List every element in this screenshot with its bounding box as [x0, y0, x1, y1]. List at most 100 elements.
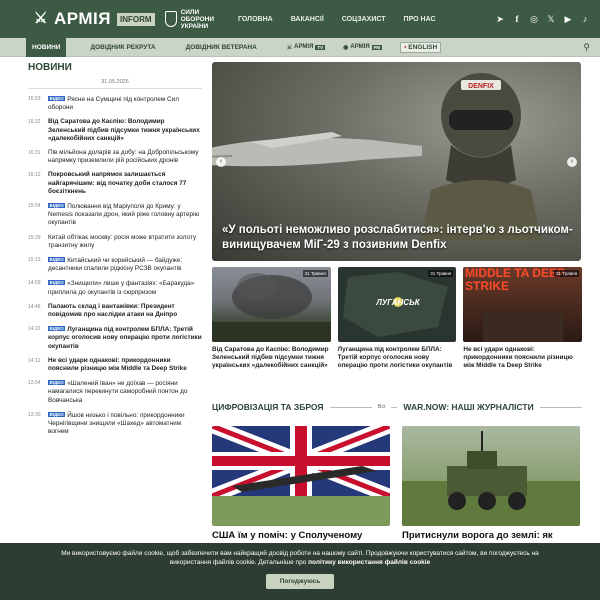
radio-icon: ◉ [343, 44, 349, 51]
news-item[interactable]: 14:59 ВІДЕО «Знищили» лише у фантазіях: «Б… [28, 279, 202, 296]
card-image: 31 Травня [212, 267, 331, 342]
news-item[interactable]: 13:54 ВІДЕО «Шалений Іван» не доїхав — рос… [28, 379, 202, 405]
subnav-recruit[interactable]: ДОВІДНИК РЕКРУТА [90, 44, 155, 51]
card-image [402, 426, 580, 526]
card-caption[interactable]: Луганщина під контролем БПЛА: Третій кор… [338, 346, 457, 371]
logo-text: АРМІЯ [54, 9, 111, 28]
cookie-policy-link[interactable]: політику використання файлів cookie [308, 559, 430, 566]
hero-prev-arrow[interactable]: ‹ [216, 157, 226, 167]
search-icon[interactable]: ⚲ [583, 42, 590, 53]
section-title-digital[interactable]: ЦИФРОВІЗАЦІЯ ТА ЗБРОЯ [212, 402, 324, 412]
news-time: 16:12 [28, 172, 41, 179]
news-item[interactable]: 16:32 Від Саратова до Каспію: Володимир З… [28, 118, 202, 143]
news-item[interactable]: 16:53 ВІДЕО Рясне на Сумщині під контролем… [28, 95, 202, 112]
card-image [212, 426, 390, 526]
hero-next-arrow[interactable]: › [567, 157, 577, 167]
news-headline[interactable]: Китай обтікає москву: росія може втратит… [48, 234, 202, 250]
card-caption[interactable]: США їм у поміч: у Сполученому [212, 530, 390, 542]
divider [539, 406, 582, 408]
news-headline[interactable]: ВІДЕО Полювання від Маріуполя до Криму: у… [48, 202, 202, 228]
video-badge: ВІДЕО [48, 280, 66, 286]
news-headline[interactable]: Не всі удари однакові: прикордонники поя… [48, 357, 202, 373]
news-time: 16:53 [28, 96, 41, 102]
card-caption[interactable]: Від Саратова до Каспію: Володимир Зеленс… [212, 346, 331, 371]
zsu-logo[interactable]: СИЛИ ОБОРОНИ УКРАЇНИ [164, 9, 214, 30]
news-headline[interactable]: Пів мільйона доларів за добу: на Добропі… [48, 149, 202, 165]
nav-social[interactable]: СОЦЗАХИСТ [342, 16, 386, 23]
news-headline[interactable]: Палають склад і вантажівки: Президент по… [48, 303, 202, 319]
news-time: 14:22 [28, 326, 41, 333]
hero-caption[interactable]: «У польоті неможливо розслабитися»: інте… [222, 223, 573, 253]
hero-slide[interactable]: DENFIX ‹ › «У польоті неможливо розслаби… [212, 62, 581, 261]
news-time: 15:29 [28, 234, 41, 241]
news-headline[interactable]: ВІДЕО «Шалений Іван» не доїхав — росіяни … [48, 379, 202, 405]
logo-badge: INFORM [117, 12, 155, 26]
trident-icon: ⚔ [286, 44, 293, 51]
news-time: 15:54 [28, 203, 41, 210]
main-nav: ГОЛОВНА ВАКАНСІЇ СОЦЗАХИСТ ПРО НАС [238, 16, 436, 23]
news-item[interactable]: 14:22 ВІДЕО Луганщина під контролем БПЛА: … [28, 325, 202, 351]
helmet-text: DENFIX [468, 83, 494, 90]
news-item[interactable]: 15:29 Китай обтікає москву: росія може вт… [28, 234, 202, 250]
video-badge: ВІДЕО [48, 380, 66, 386]
x-icon[interactable]: 𝕏 [546, 14, 556, 25]
nav-home[interactable]: ГОЛОВНА [238, 16, 273, 23]
news-time: 13:54 [28, 380, 41, 387]
news-list: 16:53 ВІДЕО Рясне на Сумщині під контролем… [28, 95, 202, 437]
uk-flag-icon: ▪ [404, 43, 407, 51]
news-item[interactable]: 15:13 ВІДЕО Китайський чи корейський — бай… [28, 256, 202, 273]
news-item[interactable]: 15:54 ВІДЕО Полювання від Маріуполя до Кри… [28, 202, 202, 228]
army-fm-link[interactable]: ◉ АРМІЯ FM [343, 44, 383, 51]
section-title-war-now[interactable]: WAR.NOW: НАШІ ЖУРНАЛІСТИ [403, 402, 533, 412]
divider [391, 406, 398, 408]
news-item[interactable]: 13:30 ВІДЕО Йшов низько і повільно: прикор… [28, 411, 202, 437]
news-heading: НОВИНИ [28, 62, 72, 73]
see-all-link[interactable]: Всі [378, 404, 386, 410]
news-headline[interactable]: ВІДЕО Йшов низько і повільно: прикордонни… [48, 411, 202, 437]
site-logo[interactable]: ⚔ АРМІЯ INFORM [34, 9, 155, 29]
facebook-icon[interactable]: f [512, 14, 522, 25]
trident-icon: ⚔ [34, 10, 48, 27]
news-headline[interactable]: ВІДЕО Рясне на Сумщині під контролем Сил … [48, 95, 202, 112]
news-headline[interactable]: Від Саратова до Каспію: Володимир Зеленс… [48, 118, 202, 143]
news-headline[interactable]: ВІДЕО «Знищили» лише у фантазіях: «Бараку… [48, 279, 202, 296]
news-item[interactable]: 16:31 Пів мільйона доларів за добу: на До… [28, 149, 202, 165]
cookie-message: Ми використовуємо файли cookie, щоб забе… [61, 550, 539, 566]
video-badge: ВІДЕО [48, 326, 66, 332]
news-item[interactable]: 14:46 Палають склад і вантажівки: Президе… [28, 303, 202, 319]
video-badge: ВІДЕО [48, 96, 66, 101]
news-headline[interactable]: Покровський напрямок залишається найгаря… [48, 171, 202, 196]
news-feed: НОВИНИ 31.05.2026 16:53 ВІДЕО Рясне на Сум… [28, 62, 202, 437]
news-card[interactable]: ЛУГАНСЬК 31 Травня Луганщина під контрол… [337, 267, 457, 371]
news-date: 31.05.2026 [28, 79, 202, 89]
news-item[interactable]: 16:12 Покровський напрямок залишається на… [28, 171, 202, 196]
news-card[interactable]: 31 Травня Від Саратова до Каспію: Володи… [212, 267, 331, 371]
news-headline[interactable]: ВІДЕО Луганщина під контролем БПЛА: Треті… [48, 325, 202, 351]
video-badge: ВІДЕО [48, 203, 66, 209]
news-headline[interactable]: ВІДЕО Китайський чи корейський — байдуже:… [48, 256, 202, 273]
tiktok-icon[interactable]: ♪ [580, 14, 590, 25]
army-tv-link[interactable]: ⚔ АРМІЯ TV [286, 44, 326, 51]
section-headers: ЦИФРОВІЗАЦІЯ ТА ЗБРОЯ Всі WAR.NOW: НАШІ … [212, 402, 582, 412]
accept-cookies-button[interactable]: Погоджуюсь [265, 574, 335, 589]
article-card[interactable]: США їм у поміч: у Сполученому [212, 426, 390, 542]
news-cards: 31 Травня Від Саратова до Каспію: Володи… [212, 267, 583, 371]
subnav-news[interactable]: НОВИНИ [26, 37, 67, 57]
video-badge: ВІДЕО [48, 257, 66, 263]
telegram-icon[interactable]: ➤ [495, 14, 505, 25]
top-header: ⚔ АРМІЯ INFORM СИЛИ ОБОРОНИ УКРАЇНИ ГОЛО… [0, 0, 600, 38]
article-card[interactable]: Притиснули ворога до землі: як [402, 426, 580, 542]
pilot-image: DENFIX [421, 73, 541, 240]
news-time: 15:13 [28, 257, 41, 264]
aircraft-image [212, 132, 422, 167]
instagram-icon[interactable]: ◎ [529, 14, 539, 25]
subnav-veteran[interactable]: ДОВІДНИК ВЕТЕРАНА [186, 44, 257, 51]
nav-vacancies[interactable]: ВАКАНСІЇ [291, 16, 324, 23]
nav-about[interactable]: ПРО НАС [404, 16, 436, 23]
news-card[interactable]: MIDDLE TA DEEP STRIKE 31 Травня Не всі у… [463, 267, 583, 371]
language-switch[interactable]: ▪ ENGLISH [400, 41, 442, 53]
news-item[interactable]: 14:12 Не всі удари однакові: прикордонник… [28, 357, 202, 373]
youtube-icon[interactable]: ▶ [563, 14, 573, 25]
card-caption[interactable]: Притиснули ворога до землі: як [402, 530, 580, 542]
card-caption[interactable]: Не всі удари однакові: прикордонники поя… [463, 346, 582, 371]
